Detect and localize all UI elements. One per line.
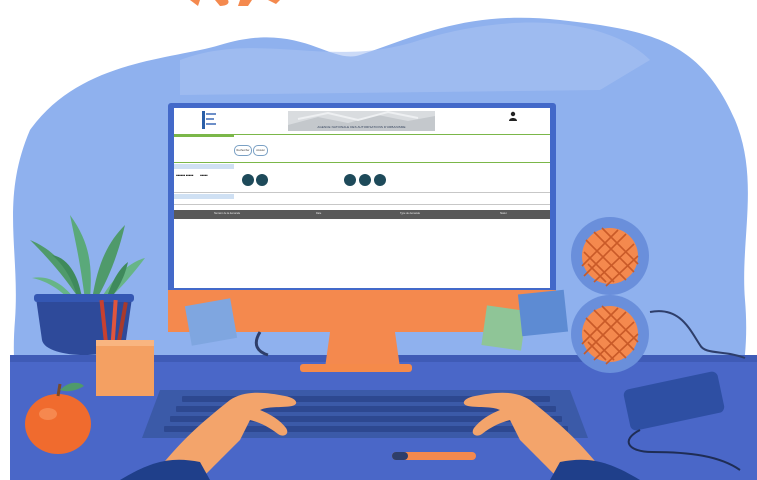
action-circle-2[interactable]	[256, 174, 268, 186]
sticky-note-blue-left	[184, 298, 238, 346]
cancel-button[interactable]: Annuler	[253, 145, 268, 156]
app-header: AGENCE NATIONALE DES AUTORISATIONS D'URB…	[174, 108, 550, 134]
speaker-bottom-icon	[571, 295, 649, 373]
speaker-top-icon	[571, 217, 649, 295]
illustration-canvas: AGENCE NATIONALE DES AUTORISATIONS D'URB…	[0, 0, 757, 480]
monitor-screen: AGENCE NATIONALE DES AUTORISATIONS D'URB…	[174, 108, 550, 288]
field-label-2: ■■■■■	[200, 174, 208, 177]
section-label-strip	[174, 164, 234, 169]
agency-logo-icon	[202, 111, 216, 129]
field-label-1: ■■■■■■ ■■■■■	[176, 174, 194, 177]
section-divider-3	[174, 192, 550, 193]
monitor-base	[300, 364, 412, 372]
title-fragment	[190, 0, 280, 6]
section-divider-4	[174, 204, 550, 205]
search-button[interactable]: Rechercher	[234, 145, 252, 156]
col-header-status[interactable]: Statut	[500, 212, 507, 215]
action-circle-3[interactable]	[344, 174, 356, 186]
col-header-date[interactable]: Date	[316, 212, 321, 215]
section-divider-2	[174, 162, 550, 163]
banner-title: AGENCE NATIONALE DES AUTORISATIONS D'URB…	[317, 125, 406, 129]
header-banner: AGENCE NATIONALE DES AUTORISATIONS D'URB…	[288, 111, 435, 131]
section-accent	[174, 135, 234, 137]
monitor-stand	[325, 332, 400, 368]
section-label-strip-2	[174, 194, 234, 199]
results-table-header: Numéro de la demande Date Type de demand…	[174, 210, 550, 219]
col-header-type[interactable]: Type de demande	[400, 212, 420, 215]
col-header-number[interactable]: Numéro de la demande	[214, 212, 240, 215]
user-icon[interactable]	[508, 111, 518, 121]
action-circle-1[interactable]	[242, 174, 254, 186]
sticky-note-blue-right	[517, 289, 569, 337]
action-circle-5[interactable]	[374, 174, 386, 186]
action-circle-4[interactable]	[359, 174, 371, 186]
background-blob-light	[180, 22, 650, 95]
